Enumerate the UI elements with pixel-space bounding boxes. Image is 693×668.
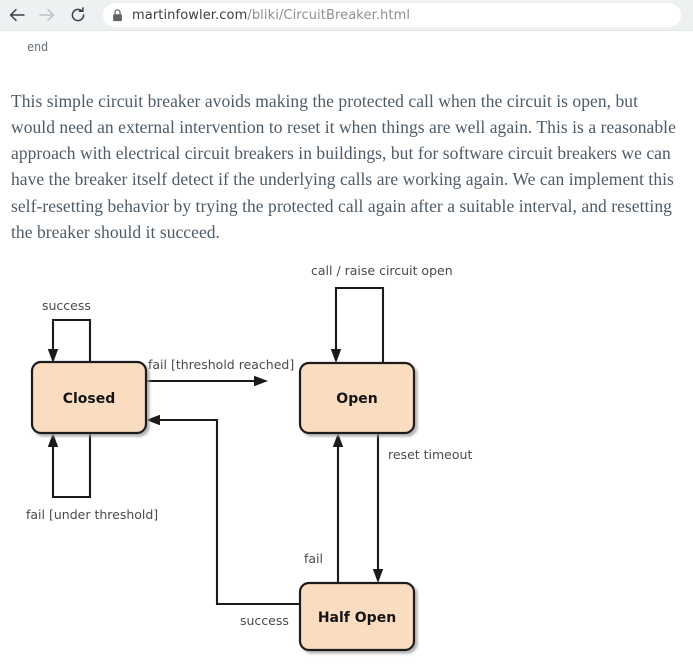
state-label-half-open: Half Open	[318, 610, 396, 626]
forward-arrow-icon	[39, 8, 55, 22]
forward-button	[33, 1, 61, 29]
reload-button[interactable]	[64, 1, 92, 29]
edge-half-open-to-closed	[146, 414, 300, 606]
url-domain: martinfowler.com	[132, 7, 248, 23]
url-text: martinfowler.com/bliki/CircuitBreaker.ht…	[132, 8, 410, 23]
state-label-open: Open	[336, 391, 377, 407]
state-label-closed: Closed	[63, 391, 116, 407]
reload-icon	[71, 7, 85, 22]
edge-label-half-open-to-open: fail	[304, 551, 323, 566]
browser-toolbar: martinfowler.com/bliki/CircuitBreaker.ht…	[0, 0, 693, 31]
back-arrow-icon	[9, 8, 25, 22]
edge-label-closed-to-open: fail [threshold reached]	[148, 357, 294, 372]
edge-closed-to-open	[146, 375, 268, 387]
page-content: end This simple circuit breaker avoids m…	[0, 32, 693, 668]
padlock-glyph	[113, 8, 122, 21]
code-fragment-end: end	[27, 40, 49, 54]
state-node-open[interactable]: Open	[298, 361, 416, 435]
edge-half-open-to-open	[332, 433, 344, 583]
edge-open-self-call	[330, 286, 385, 363]
address-bar[interactable]: martinfowler.com/bliki/CircuitBreaker.ht…	[103, 3, 681, 27]
lock-icon	[112, 8, 123, 22]
edge-label-open-to-half-open: reset timeout	[388, 447, 472, 462]
back-button[interactable]	[3, 1, 31, 29]
edge-label-closed-self-fail-under: fail [under threshold]	[26, 507, 158, 522]
edge-open-to-half-open	[372, 433, 384, 583]
body-paragraph: This simple circuit breaker avoids makin…	[11, 90, 676, 242]
edge-label-open-self-call: call / raise circuit open	[311, 263, 453, 278]
edge-label-half-open-to-closed: success	[240, 613, 289, 628]
edge-label-closed-self-success: success	[42, 298, 91, 313]
state-node-half-open[interactable]: Half Open	[298, 581, 416, 652]
state-node-closed[interactable]: Closed	[30, 360, 148, 435]
url-path: /bliki/CircuitBreaker.html	[247, 7, 411, 23]
edge-closed-self-fail-under	[47, 433, 92, 499]
edge-closed-self-success	[47, 318, 92, 363]
